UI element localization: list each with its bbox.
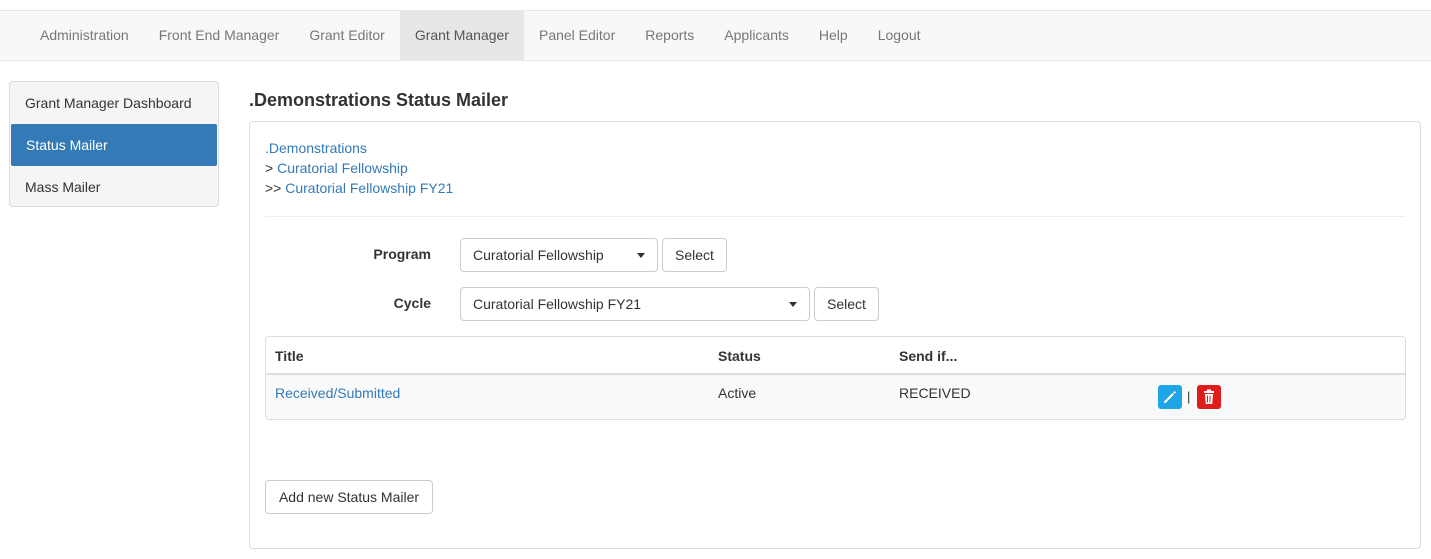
sidebar-item-mass-mailer[interactable]: Mass Mailer <box>10 166 218 206</box>
breadcrumb-prefix-3: >> <box>265 180 286 196</box>
column-header-title: Title <box>275 348 304 364</box>
action-separator: | <box>1187 389 1191 404</box>
sidebar-item-status-mailer[interactable]: Status Mailer <box>11 124 217 166</box>
sidebar-item-dashboard[interactable]: Grant Manager Dashboard <box>10 82 218 124</box>
breadcrumb-prefix-2: > <box>265 160 278 176</box>
chevron-down-icon <box>637 253 645 258</box>
breadcrumb-level3-link[interactable]: Curatorial Fellowship FY21 <box>285 180 453 196</box>
breadcrumb: .Demonstrations > Curatorial Fellowship … <box>265 138 453 198</box>
top-navbar: Administration Front End Manager Grant E… <box>0 10 1431 61</box>
mailer-send-if: RECEIVED <box>899 385 971 401</box>
program-select-value: Curatorial Fellowship <box>473 247 604 263</box>
nav-item-applicants[interactable]: Applicants <box>709 11 804 60</box>
program-select[interactable]: Curatorial Fellowship <box>460 238 658 272</box>
cycle-select-button[interactable]: Select <box>814 287 879 321</box>
cycle-select-value: Curatorial Fellowship FY21 <box>473 296 642 312</box>
breadcrumb-level2-link[interactable]: Curatorial Fellowship <box>277 160 408 176</box>
column-header-status: Status <box>718 348 761 364</box>
mailer-title-link[interactable]: Received/Submitted <box>275 385 400 401</box>
column-header-send-if: Send if... <box>899 348 958 364</box>
add-status-mailer-button[interactable]: Add new Status Mailer <box>265 480 433 514</box>
cycle-label: Cycle <box>393 295 431 311</box>
table-header: Title Status Send if... <box>266 337 1405 375</box>
pencil-icon[interactable] <box>1158 385 1182 409</box>
nav-item-front-end-manager[interactable]: Front End Manager <box>144 11 295 60</box>
trash-icon[interactable] <box>1197 385 1221 409</box>
nav-item-administration[interactable]: Administration <box>25 11 144 60</box>
sidebar: Grant Manager Dashboard Status Mailer Ma… <box>9 81 219 207</box>
nav-item-reports[interactable]: Reports <box>630 11 709 60</box>
chevron-down-icon <box>789 302 797 307</box>
cycle-select[interactable]: Curatorial Fellowship FY21 <box>460 287 810 321</box>
mailer-status: Active <box>718 385 757 401</box>
nav-item-grant-editor[interactable]: Grant Editor <box>294 11 399 60</box>
divider <box>265 216 1405 217</box>
nav-item-help[interactable]: Help <box>804 11 863 60</box>
program-select-button[interactable]: Select <box>662 238 727 272</box>
program-label: Program <box>373 246 431 262</box>
breadcrumb-level1-link[interactable]: .Demonstrations <box>265 140 367 156</box>
nav-item-logout[interactable]: Logout <box>863 11 936 60</box>
mailer-table: Title Status Send if... Received/Submitt… <box>265 336 1406 420</box>
page-title: .Demonstrations Status Mailer <box>249 90 509 110</box>
main-panel: .Demonstrations > Curatorial Fellowship … <box>249 121 1421 549</box>
nav-item-grant-manager[interactable]: Grant Manager <box>399 11 524 60</box>
nav-item-panel-editor[interactable]: Panel Editor <box>524 11 630 60</box>
nav-menu: Administration Front End Manager Grant E… <box>25 11 936 60</box>
